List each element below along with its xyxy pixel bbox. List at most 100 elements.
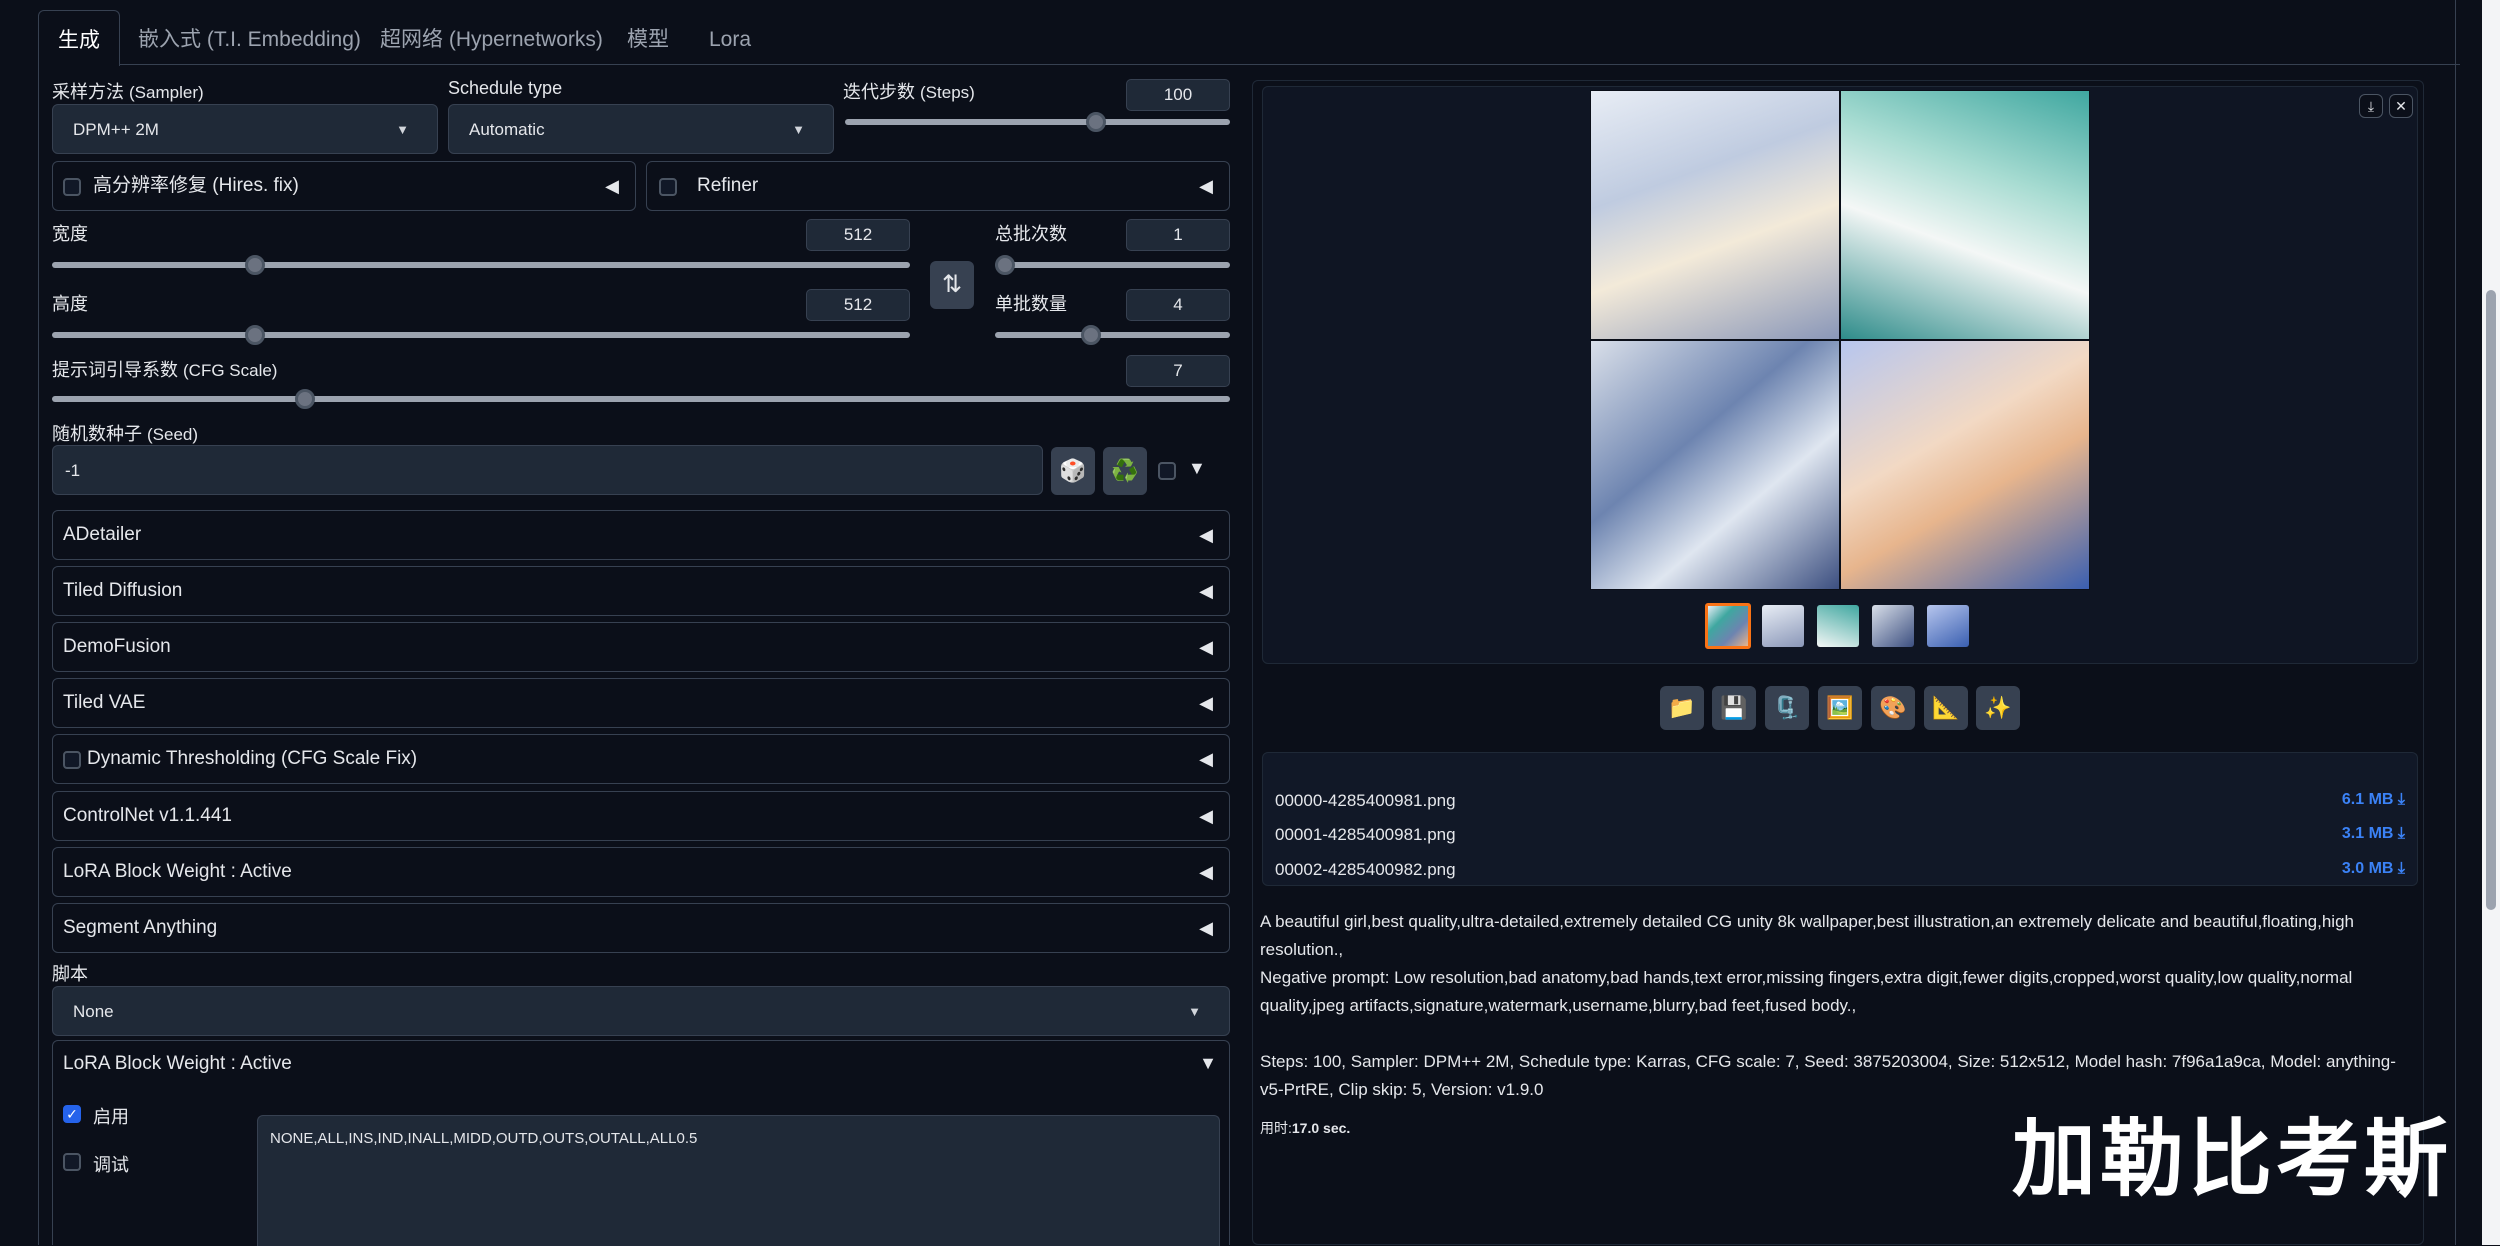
sampler-dropdown[interactable]: DPM++ 2M ▼ [52,104,438,154]
lbw-presets-textarea[interactable]: NONE,ALL,INS,IND,INALL,MIDD,OUTD,OUTS,OU… [257,1115,1220,1246]
file-link[interactable]: 00001-4285400981.png [1275,825,1456,845]
watermark-text: 加勒比考斯 [2012,1110,2453,1208]
tab-lora[interactable]: Lora [709,10,751,66]
height-input[interactable]: 512 [806,289,910,321]
file-size[interactable]: 3.0 MB ⤓ [2342,860,2405,878]
collapse-arrow-icon: ◀ [1199,862,1213,882]
batch-count-slider-track[interactable] [995,262,1230,268]
generated-image[interactable] [1590,340,1840,590]
generated-image[interactable] [1840,90,2090,340]
demofusion-accordion[interactable]: DemoFusion ◀ [52,622,1230,672]
lbw-enable-label: 启用 [93,1107,129,1127]
collapse-arrow-icon: ◀ [1199,525,1213,545]
hires-fix-accordion[interactable]: 高分辨率修复 (Hires. fix) ◀ [52,161,636,211]
gallery-thumbnail[interactable] [1817,605,1859,647]
prompt-text: A beautiful girl,best quality,ultra-deta… [1260,912,2354,959]
save-button[interactable]: 💾 [1712,686,1756,730]
refiner-checkbox[interactable] [659,178,677,196]
segment-anything-accordion[interactable]: Segment Anything ◀ [52,903,1230,953]
height-label: 高度 [52,294,88,314]
open-folder-button[interactable]: 📁 [1660,686,1704,730]
steps-slider-track[interactable] [845,119,1230,125]
tab-embedding[interactable]: 嵌入式 (T.I. Embedding) [138,10,361,66]
adetailer-accordion[interactable]: ADetailer ◀ [52,510,1230,560]
cfg-scale-label: 提示词引导系数 (CFG Scale) [52,360,278,380]
random-seed-button[interactable]: 🎲 [1051,447,1095,495]
palette-icon: 🎨 [1879,695,1907,720]
collapse-arrow-icon: ◀ [1199,176,1213,196]
dynamic-thresholding-accordion[interactable]: Dynamic Thresholding (CFG Scale Fix) ◀ [52,734,1230,784]
width-slider-track[interactable] [52,262,910,268]
swap-dimensions-button[interactable]: ⇅ [930,261,974,309]
batch-count-slider-thumb[interactable] [995,255,1015,275]
cfg-scale-slider-thumb[interactable] [295,389,316,409]
scrollbar-thumb[interactable] [2486,290,2496,910]
chevron-down-icon: ▼ [792,122,805,137]
lbw-debug-checkbox[interactable] [63,1153,81,1171]
gallery-thumbnail[interactable] [1927,605,1969,647]
refiner-accordion[interactable]: Refiner ◀ [646,161,1230,211]
dice-icon: 🎲 [1059,458,1087,483]
height-slider-track[interactable] [52,332,910,338]
upscale-button[interactable]: ✨ [1976,686,2020,730]
recycle-icon: ♻️ [1111,458,1139,483]
batch-size-input[interactable]: 4 [1126,289,1230,321]
tiled-diffusion-accordion[interactable]: Tiled Diffusion ◀ [52,566,1230,616]
zip-button[interactable]: 🗜️ [1765,686,1809,730]
tab-divider [120,64,2460,65]
collapse-arrow-icon: ◀ [605,176,619,196]
file-size[interactable]: 3.1 MB ⤓ [2342,825,2405,843]
file-size[interactable]: 6.1 MB ⤓ [2342,791,2405,809]
seed-input[interactable]: -1 [52,445,1043,495]
tab-hypernetworks[interactable]: 超网络 (Hypernetworks) [380,10,603,66]
width-slider-thumb[interactable] [244,255,265,275]
dynamic-thresholding-checkbox[interactable] [63,751,81,769]
close-icon[interactable]: ✕ [2389,94,2413,118]
sampler-label: 采样方法 (Sampler) [52,82,204,102]
reuse-seed-button[interactable]: ♻️ [1103,447,1147,495]
tiled-vae-accordion[interactable]: Tiled VAE ◀ [52,678,1230,728]
lora-block-weight-accordion[interactable]: LoRA Block Weight : Active ◀ [52,847,1230,897]
gallery-thumbnail[interactable] [1705,603,1751,649]
download-icon[interactable]: ⤓ [2359,94,2383,118]
gallery-thumbnail[interactable] [1872,605,1914,647]
batch-size-label: 单批数量 [995,294,1067,314]
hires-fix-checkbox[interactable] [63,178,81,196]
send-to-img2img-button[interactable]: 🖼️ [1818,686,1862,730]
generated-image[interactable] [1840,340,2090,590]
collapse-arrow-icon: ◀ [1199,806,1213,826]
height-slider-thumb[interactable] [244,325,265,345]
tab-generate[interactable]: 生成 [38,10,120,66]
lbw-enable-checkbox[interactable]: ✓ [63,1105,81,1123]
steps-input[interactable]: 100 [1126,79,1230,111]
collapse-arrow-icon: ◀ [1199,637,1213,657]
extra-seed-toggle-icon[interactable]: ▼ [1188,458,1206,479]
script-dropdown[interactable]: None ▼ [52,986,1230,1036]
send-to-extras-button[interactable]: 📐 [1924,686,1968,730]
file-list: 00000-4285400981.png 6.1 MB ⤓ 00001-4285… [1262,752,2418,886]
gallery-thumbnail[interactable] [1762,605,1804,647]
ruler-icon: 📐 [1932,695,1960,720]
steps-label: 迭代步数 (Steps) [843,82,975,102]
extra-seed-checkbox[interactable] [1158,462,1176,480]
batch-size-slider-thumb[interactable] [1081,325,1101,345]
frame-border [38,65,39,1245]
cfg-scale-input[interactable]: 7 [1126,355,1230,387]
schedule-type-label: Schedule type [448,78,563,98]
send-to-inpaint-button[interactable]: 🎨 [1871,686,1915,730]
folder-icon: 📁 [1668,695,1696,720]
controlnet-accordion[interactable]: ControlNet v1.1.441 ◀ [52,791,1230,841]
steps-slider-thumb[interactable] [1085,112,1106,132]
generated-image[interactable] [1590,90,1840,340]
file-link[interactable]: 00000-4285400981.png [1275,791,1456,811]
swap-icon: ⇅ [941,271,963,298]
cfg-scale-slider-track[interactable] [52,396,1230,402]
batch-size-slider-track[interactable] [995,332,1230,338]
batch-count-input[interactable]: 1 [1126,219,1230,251]
schedule-type-dropdown[interactable]: Automatic ▼ [448,104,834,154]
tab-models[interactable]: 模型 [627,10,669,66]
file-link[interactable]: 00002-4285400982.png [1275,860,1456,880]
width-input[interactable]: 512 [806,219,910,251]
expand-arrow-icon[interactable]: ▼ [1199,1053,1217,1074]
zip-icon: 🗜️ [1773,695,1801,720]
